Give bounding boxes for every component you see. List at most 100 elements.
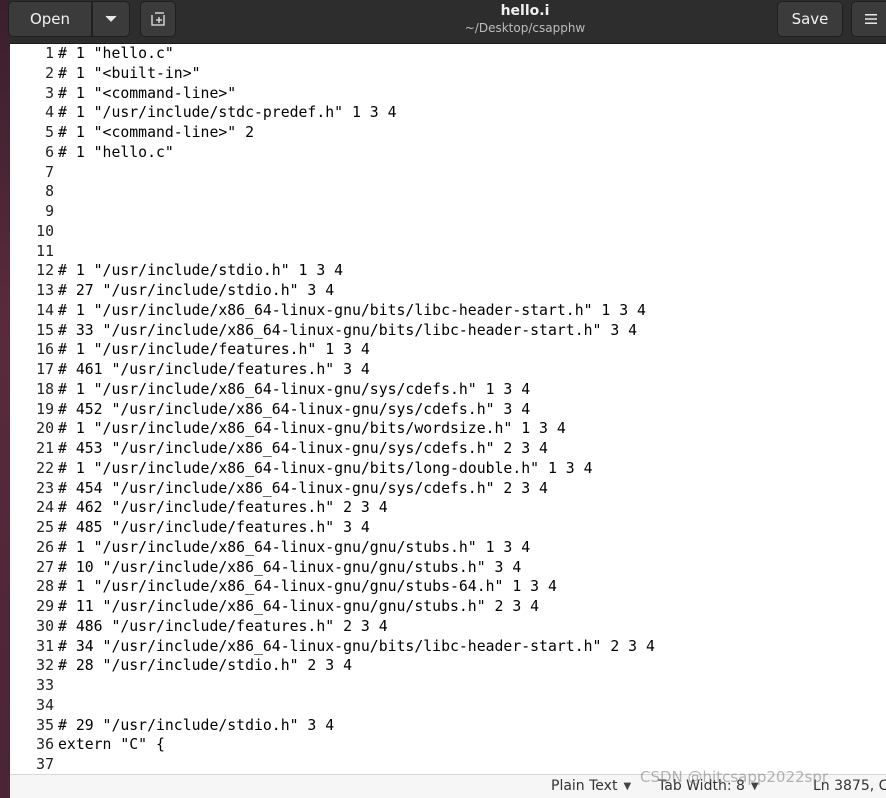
line-text: # 33 "/usr/include/x86_64-linux-gnu/bits… (58, 321, 638, 339)
line-text: # 1 "/usr/include/x86_64-linux-gnu/bits/… (58, 420, 566, 438)
editor-line[interactable]: 12 # 1 "/usr/include/stdio.h" 1 3 4 (10, 261, 886, 281)
language-selector[interactable]: Plain Text ▼ (551, 778, 631, 794)
watermark: CSDN @hitcsapp2022spr (640, 768, 829, 786)
editor-line[interactable]: 29 # 11 "/usr/include/x86_64-linux-gnu/gn… (10, 597, 886, 617)
editor-line[interactable]: 5 # 1 "<command-line>" 2 (10, 123, 886, 143)
line-text: # 11 "/usr/include/x86_64-linux-gnu/gnu/… (58, 598, 540, 615)
line-text: # 28 "/usr/include/stdio.h" 2 3 4 (58, 657, 352, 675)
new-document-icon (151, 12, 165, 26)
line-number: 13 (36, 282, 54, 299)
main-menu-button[interactable] (851, 1, 886, 37)
line-number: 33 (36, 677, 54, 694)
line-number: 19 (36, 400, 54, 418)
window-title-block: hello.i ~/Desktop/csapphw (380, 0, 670, 40)
chevron-down-icon (105, 15, 117, 22)
line-number: 5 (45, 124, 54, 141)
editor-line[interactable]: 4 # 1 "/usr/include/stdc-predef.h" 1 3 4 (10, 103, 886, 123)
line-text: # 27 "/usr/include/stdio.h" 3 4 (58, 282, 335, 299)
editor-line[interactable]: 9 (10, 202, 886, 222)
line-text: # 1 "<built-in>" (58, 64, 201, 82)
window-title: hello.i (500, 3, 550, 19)
save-button[interactable]: Save (777, 1, 843, 37)
editor-line[interactable]: 15 # 33 "/usr/include/x86_64-linux-gnu/bi… (10, 321, 886, 341)
editor-line[interactable]: 21 # 453 "/usr/include/x86_64-linux-gnu/s… (10, 439, 886, 459)
line-number: 22 (36, 459, 54, 477)
editor-line[interactable]: 28 # 1 "/usr/include/x86_64-linux-gnu/gnu… (10, 577, 886, 597)
line-number: 4 (45, 104, 54, 122)
line-number: 18 (36, 380, 54, 398)
line-number: 8 (45, 183, 54, 201)
line-number: 31 (36, 637, 54, 655)
line-number: 35 (36, 716, 54, 734)
editor-line[interactable]: 1 # 1 "hello.c" (10, 44, 886, 64)
editor-line[interactable]: 18 # 1 "/usr/include/x86_64-linux-gnu/sys… (10, 380, 886, 400)
line-text: # 29 "/usr/include/stdio.h" 3 4 (58, 716, 335, 734)
line-number: 12 (36, 262, 54, 280)
save-button-label: Save (791, 10, 829, 28)
editor-line[interactable]: 17 # 461 "/usr/include/features.h" 3 4 (10, 360, 886, 380)
line-text: # 1 "/usr/include/features.h" 1 3 4 (58, 341, 370, 359)
line-number: 10 (36, 222, 54, 240)
editor-line[interactable]: 23 # 454 "/usr/include/x86_64-linux-gnu/s… (10, 479, 886, 499)
line-number: 1 (45, 45, 54, 62)
line-text: # 1 "<command-line>" (58, 84, 237, 102)
line-number: 14 (36, 301, 54, 319)
line-number: 25 (36, 519, 54, 536)
line-number: 20 (36, 420, 54, 438)
line-number: 37 (36, 756, 54, 773)
editor-line[interactable]: 30 # 486 "/usr/include/features.h" 2 3 4 (10, 617, 886, 637)
editor-line[interactable]: 24 # 462 "/usr/include/features.h" 2 3 4 (10, 498, 886, 518)
line-number: 3 (45, 84, 54, 102)
line-number: 32 (36, 657, 54, 675)
desktop-background (0, 0, 10, 798)
editor-line[interactable]: 32 # 28 "/usr/include/stdio.h" 2 3 4 (10, 656, 886, 676)
editor-line[interactable]: 11 (10, 242, 886, 262)
editor-line[interactable]: 10 (10, 222, 886, 242)
line-text: # 10 "/usr/include/x86_64-linux-gnu/gnu/… (58, 558, 522, 576)
open-button[interactable]: Open (8, 1, 92, 37)
line-number: 27 (36, 558, 54, 576)
editor-line[interactable]: 36 extern "C" { (10, 735, 886, 755)
line-number: 17 (36, 361, 54, 378)
editor-line[interactable]: 2 # 1 "<built-in>" (10, 64, 886, 84)
line-text: # 485 "/usr/include/features.h" 3 4 (58, 519, 370, 536)
line-number: 11 (36, 242, 54, 260)
editor-line[interactable]: 20 # 1 "/usr/include/x86_64-linux-gnu/bit… (10, 419, 886, 439)
chevron-down-icon: ▼ (623, 780, 632, 792)
editor-line[interactable]: 31 # 34 "/usr/include/x86_64-linux-gnu/bi… (10, 637, 886, 657)
editor-line[interactable]: 19 # 452 "/usr/include/x86_64-linux-gnu/s… (10, 400, 886, 420)
editor-line[interactable]: 33 (10, 676, 886, 696)
new-document-button[interactable] (140, 1, 176, 37)
line-text: # 1 "/usr/include/x86_64-linux-gnu/bits/… (58, 301, 646, 319)
language-label: Plain Text (551, 778, 618, 794)
editor-line[interactable]: 14 # 1 "/usr/include/x86_64-linux-gnu/bit… (10, 301, 886, 321)
line-text: # 462 "/usr/include/features.h" 2 3 4 (58, 499, 388, 517)
line-number: 7 (45, 163, 54, 181)
text-editor[interactable]: 1 # 1 "hello.c" 2 # 1 "<built-in>" 3 # 1 "<co… (10, 44, 886, 774)
editor-line[interactable]: 25 # 485 "/usr/include/features.h" 3 4 (10, 518, 886, 538)
line-text: # 1 "/usr/include/x86_64-linux-gnu/gnu/s… (58, 538, 531, 556)
editor-line[interactable]: 16 # 1 "/usr/include/features.h" 1 3 4 (10, 340, 886, 360)
line-text: # 1 "/usr/include/stdio.h" 1 3 4 (58, 262, 344, 280)
line-text: # 454 "/usr/include/x86_64-linux-gnu/sys… (58, 479, 548, 497)
line-text: # 1 "/usr/include/x86_64-linux-gnu/gnu/s… (58, 578, 557, 596)
line-text: # 1 "/usr/include/x86_64-linux-gnu/sys/c… (58, 380, 531, 398)
line-text: # 1 "<command-line>" 2 (58, 124, 254, 141)
line-number: 6 (45, 143, 54, 161)
editor-line[interactable]: 3 # 1 "<command-line>" (10, 84, 886, 104)
editor-line[interactable]: 27 # 10 "/usr/include/x86_64-linux-gnu/gn… (10, 558, 886, 578)
open-recent-dropdown-button[interactable] (92, 1, 130, 37)
editor-line[interactable]: 13 # 27 "/usr/include/stdio.h" 3 4 (10, 281, 886, 301)
line-text: # 486 "/usr/include/features.h" 2 3 4 (58, 617, 388, 635)
editor-line[interactable]: 22 # 1 "/usr/include/x86_64-linux-gnu/bit… (10, 459, 886, 479)
editor-line[interactable]: 34 (10, 696, 886, 716)
editor-line[interactable]: 7 (10, 163, 886, 183)
line-number: 28 (36, 578, 54, 596)
line-number: 29 (36, 598, 54, 615)
editor-line[interactable]: 35 # 29 "/usr/include/stdio.h" 3 4 (10, 716, 886, 736)
line-number: 24 (36, 499, 54, 517)
line-number: 15 (36, 321, 54, 339)
editor-line[interactable]: 26 # 1 "/usr/include/x86_64-linux-gnu/gnu… (10, 538, 886, 558)
editor-line[interactable]: 6 # 1 "hello.c" (10, 143, 886, 163)
editor-line[interactable]: 8 (10, 182, 886, 202)
